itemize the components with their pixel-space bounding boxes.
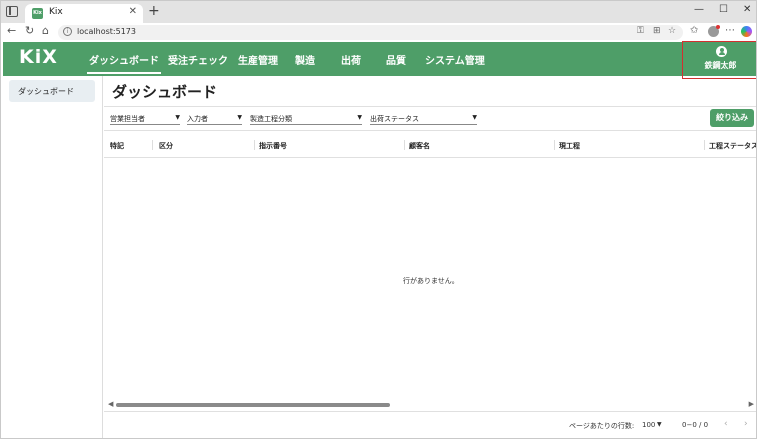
close-window-button[interactable]: ✕	[743, 4, 751, 15]
column-header-current-process[interactable]: 現工程	[559, 141, 580, 151]
nav-system-management[interactable]: システム管理	[425, 52, 485, 67]
new-tab-button[interactable]: +	[148, 4, 160, 18]
column-header-order-number[interactable]: 指示番号	[259, 141, 287, 151]
column-header-note[interactable]: 特記	[110, 141, 124, 151]
nav-production-management[interactable]: 生産管理	[238, 52, 278, 67]
horizontal-scrollbar[interactable]: ◀ ▶	[104, 400, 756, 410]
column-separator[interactable]	[152, 140, 153, 150]
input-user-select[interactable]: 入力者 ▼	[187, 114, 242, 125]
app-header: KiX ダッシュボード 受注チェック 生産管理 製造 出荷 品質 システム管理	[3, 42, 756, 76]
filter-bar: 営業担当者 ▼ 入力者 ▼ 製造工程分類 ▼ 出荷ステータス ▼	[104, 106, 756, 131]
chevron-down-icon: ▼	[472, 114, 477, 121]
column-separator[interactable]	[554, 140, 555, 150]
reload-icon[interactable]: ↻	[25, 25, 34, 37]
favorite-star-icon[interactable]: ☆	[668, 26, 676, 36]
user-name: 鉄鋼太郎	[704, 61, 737, 70]
shipping-status-select[interactable]: 出荷ステータス ▼	[370, 114, 477, 125]
url-text[interactable]: localhost:5173	[77, 27, 136, 36]
user-menu[interactable]: 鉄鋼太郎	[682, 41, 756, 79]
rows-per-page-select[interactable]: 100	[642, 421, 655, 429]
copilot-icon[interactable]	[741, 26, 752, 37]
column-header-customer[interactable]: 顧客名	[409, 141, 430, 151]
column-header-category[interactable]: 区分	[159, 141, 173, 151]
tab-title: Kix	[49, 7, 63, 17]
app-install-icon[interactable]: ⊞	[653, 26, 661, 36]
prev-page-icon[interactable]: ‹	[724, 419, 728, 429]
column-header-process-status[interactable]: 工程ステータス	[709, 141, 756, 151]
no-rows-message: 行がありません。	[403, 277, 459, 285]
favorites-icon[interactable]: ✩	[690, 25, 698, 36]
kix-logo[interactable]: KiX	[19, 46, 58, 68]
scrollbar-thumb[interactable]	[116, 403, 390, 407]
maximize-button[interactable]: ☐	[719, 4, 728, 15]
rows-per-page-label: ページあたりの行数:	[569, 422, 635, 430]
nav-quality[interactable]: 品質	[386, 52, 406, 67]
account-circle-icon	[716, 46, 727, 57]
key-icon[interactable]: ⚿	[637, 26, 644, 36]
tab-strip: Kix Kix ✕ + — ☐ ✕	[1, 1, 756, 23]
column-separator[interactable]	[704, 140, 705, 150]
chevron-down-icon: ▼	[237, 114, 242, 121]
column-separator[interactable]	[254, 140, 255, 150]
chevron-down-icon[interactable]: ▼	[657, 421, 662, 428]
profile-badge-icon	[716, 25, 720, 29]
browser-toolbar: ← ↻ ⌂ i localhost:5173 ⚿ ⊞ ☆	[1, 23, 756, 41]
address-bar[interactable]: i localhost:5173 ⚿ ⊞ ☆	[58, 25, 683, 40]
browser-window: Kix Kix ✕ + — ☐ ✕ ← ↻ ⌂ i localhost:5173…	[0, 0, 757, 439]
sales-rep-select[interactable]: 営業担当者 ▼	[110, 114, 180, 125]
minimize-button[interactable]: —	[694, 4, 704, 15]
kix-favicon-icon: Kix	[32, 8, 43, 19]
sidebar-item-dashboard[interactable]: ダッシュボード	[9, 80, 95, 102]
next-page-icon[interactable]: ›	[744, 419, 748, 429]
grid-footer: ページあたりの行数: 100 ▼ 0−0 / 0 ‹ ›	[104, 411, 756, 438]
home-icon[interactable]: ⌂	[42, 25, 49, 37]
chevron-down-icon: ▼	[357, 114, 362, 121]
sidebar: ダッシュボード	[3, 76, 103, 438]
scroll-left-icon[interactable]: ◀	[108, 400, 113, 408]
site-info-icon[interactable]: i	[63, 27, 72, 36]
data-grid-header: 特記 区分 指示番号 顧客名 現工程 工程ステータス	[104, 132, 756, 158]
nav-shipping[interactable]: 出荷	[341, 52, 361, 67]
column-separator[interactable]	[404, 140, 405, 150]
process-category-select[interactable]: 製造工程分類 ▼	[250, 114, 362, 125]
apply-filter-button[interactable]: 絞り込み	[710, 109, 754, 127]
page-title: ダッシュボード	[112, 83, 218, 101]
chevron-down-icon: ▼	[175, 114, 180, 121]
scroll-right-icon[interactable]: ▶	[749, 400, 754, 408]
tab-close-icon[interactable]: ✕	[129, 6, 137, 17]
browser-tab[interactable]: Kix Kix ✕	[25, 4, 143, 23]
nav-manufacturing[interactable]: 製造	[295, 52, 315, 67]
sidebar-toggle-icon[interactable]	[6, 6, 18, 17]
nav-dashboard[interactable]: ダッシュボード	[87, 52, 161, 74]
nav-order-check[interactable]: 受注チェック	[168, 52, 228, 67]
sidebar-item-label: ダッシュボード	[18, 87, 74, 96]
back-icon[interactable]: ←	[7, 25, 16, 37]
more-menu-icon[interactable]: ⋯	[725, 25, 735, 36]
pagination-range: 0−0 / 0	[682, 421, 709, 429]
